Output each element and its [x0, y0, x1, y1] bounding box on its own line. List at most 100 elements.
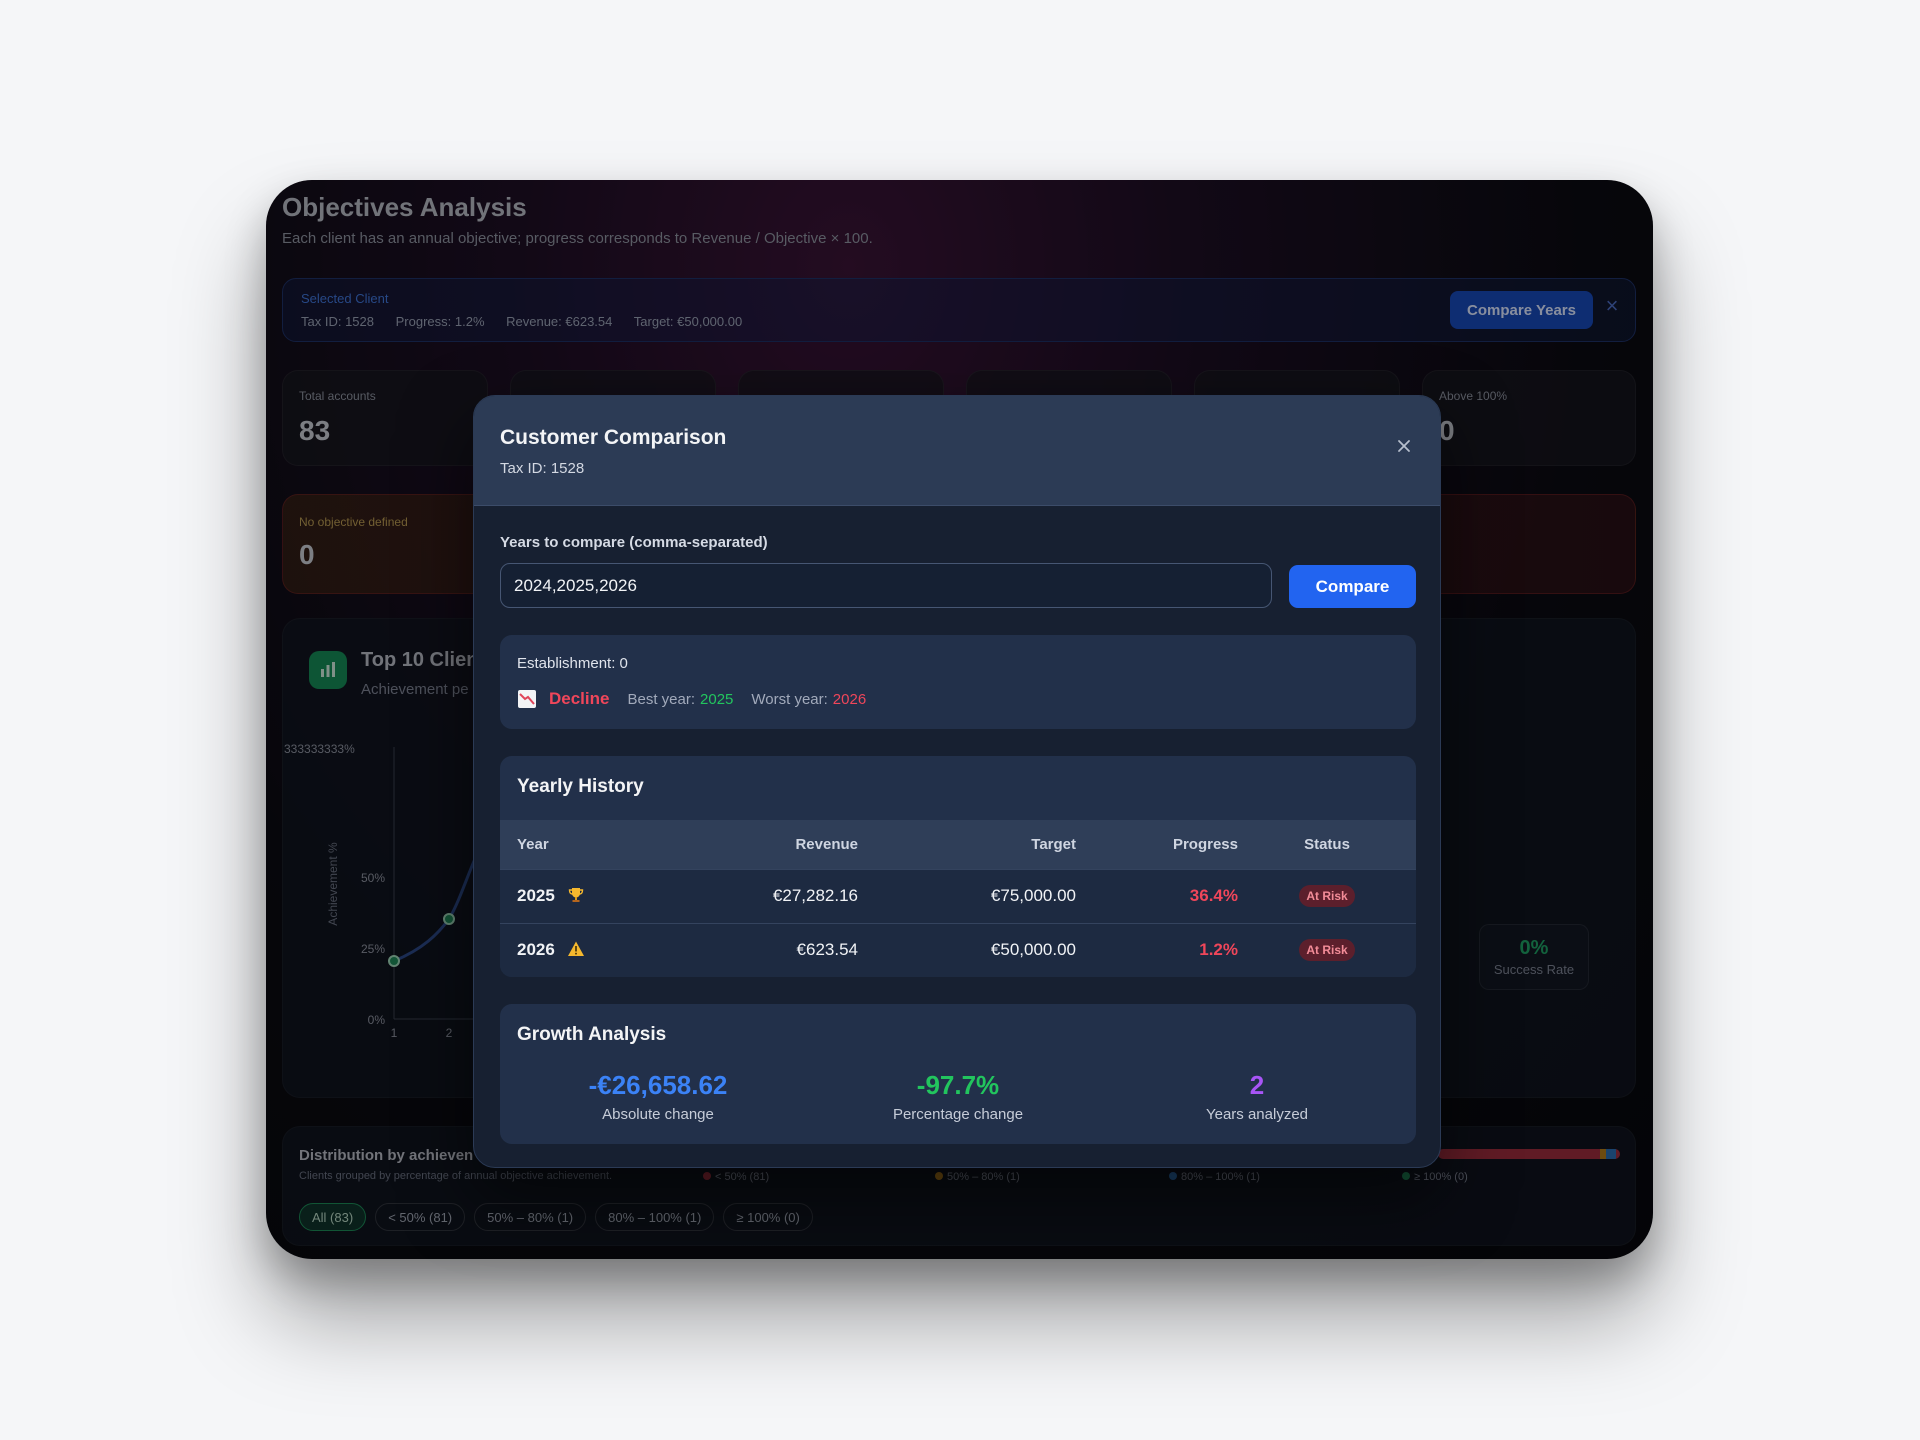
chart-ytick: 0%	[368, 1013, 386, 1027]
worst-year-value: 2026	[832, 690, 867, 708]
chart-ylabel: Achievement %	[326, 842, 340, 926]
column-header-year: Year	[517, 835, 549, 853]
selected-client-card: Selected Client Tax ID: 1528 Progress: 1…	[282, 278, 1636, 342]
cell-progress: 1.2%	[1076, 922, 1238, 977]
trend-label: Decline	[549, 689, 610, 708]
filter-pill-below-50[interactable]: < 50% (81)	[375, 1203, 466, 1231]
chart-xtick: 2	[446, 1026, 453, 1040]
status-badge: At Risk	[1299, 939, 1355, 962]
warning-icon	[567, 940, 585, 958]
column-header-revenue: Revenue	[795, 835, 858, 853]
years-input-label: Years to compare (comma-separated)	[500, 534, 768, 551]
best-year-value: 2025	[700, 690, 734, 708]
best-year-label: Best year:	[627, 690, 696, 708]
legend-item-80-100: 80% – 100% (1)	[1169, 1171, 1260, 1183]
modal-title: Customer Comparison	[500, 426, 727, 449]
absolute-change-stat: -€26,658.62 Absolute change	[508, 1070, 808, 1123]
page-title: Objectives Analysis	[282, 192, 527, 222]
chart-xtick: 1	[391, 1026, 398, 1040]
table-row: 2026 €623.54 €50,000.00 1.2% At Risk	[500, 922, 1416, 977]
cell-year: 2026	[500, 922, 670, 977]
chart-decreasing-icon	[517, 689, 537, 709]
no-objective-value: 0	[299, 539, 315, 570]
years-analyzed-stat: 2 Years analyzed	[1107, 1070, 1407, 1123]
selected-client-target: Target: €50,000.00	[633, 314, 743, 329]
selected-client-info: Tax ID: 1528 Progress: 1.2% Revenue: €62…	[301, 314, 760, 329]
filter-pill-50-80[interactable]: 50% – 80% (1)	[474, 1203, 587, 1231]
stat-label: Above 100%	[1439, 389, 1508, 403]
close-icon[interactable]	[1394, 436, 1414, 456]
distribution-title: Distribution by achieven	[299, 1147, 474, 1164]
modal-header: Customer Comparison Tax ID: 1528	[474, 396, 1440, 506]
growth-analysis-section: Growth Analysis -€26,658.62 Absolute cha…	[500, 1004, 1416, 1144]
column-header-target: Target	[1031, 835, 1076, 853]
worst-year-label: Worst year:	[751, 690, 828, 708]
cell-target: €50,000.00	[858, 922, 1076, 977]
growth-analysis-title: Growth Analysis	[517, 1024, 667, 1045]
trend-row: Decline Best year: 2025 Worst year: 2026	[517, 689, 866, 709]
selected-client-label: Selected Client	[301, 291, 389, 306]
year-text: 2025	[517, 886, 555, 905]
years-analyzed-label: Years analyzed	[1205, 1106, 1309, 1123]
chart-point	[388, 955, 400, 967]
stat-card-above-100: Above 100% 0	[1422, 370, 1636, 466]
chart-ytick: 50%	[361, 871, 385, 885]
selected-client-tax-id: Tax ID: 1528	[301, 314, 374, 329]
compare-years-button[interactable]: Compare Years	[1450, 291, 1593, 329]
compare-button[interactable]: Compare	[1289, 565, 1416, 608]
distribution-bar	[1438, 1149, 1620, 1159]
filter-pill-above-100[interactable]: ≥ 100% (0)	[723, 1203, 813, 1231]
success-rate-box: 0% Success Rate	[1479, 924, 1589, 990]
column-header-progress: Progress	[1172, 835, 1238, 853]
selected-client-progress: Progress: 1.2%	[395, 314, 485, 329]
modal-tax-id: Tax ID: 1528	[500, 460, 585, 477]
year-text: 2026	[517, 940, 555, 960]
column-header-status: Status	[1304, 835, 1350, 853]
status-badge: At Risk	[1299, 885, 1355, 907]
trophy-icon	[567, 886, 585, 904]
no-objective-label: No objective defined	[299, 515, 408, 529]
years-analyzed-value: 2	[1249, 1070, 1265, 1100]
chart-ytick: 25%	[361, 942, 385, 956]
legend-item-below-50: < 50% (81)	[703, 1171, 769, 1183]
percentage-change-stat: -97.7% Percentage change	[808, 1070, 1108, 1123]
stat-card-total-accounts: Total accounts 83	[282, 370, 488, 466]
chart-series-line	[393, 840, 483, 963]
cell-revenue: €27,282.16	[670, 868, 858, 923]
chart-point	[443, 913, 455, 925]
filter-pill-all[interactable]: All (83)	[299, 1203, 367, 1231]
percentage-change-value: -97.7%	[916, 1070, 1000, 1100]
customer-comparison-modal: Customer Comparison Tax ID: 1528 Years t…	[473, 395, 1441, 1168]
chart-top-tick: 333333333%	[284, 742, 355, 756]
distribution-filters: All (83) < 50% (81) 50% – 80% (1) 80% – …	[299, 1203, 813, 1231]
page-subtitle: Each client has an annual objective; pro…	[282, 230, 873, 247]
percentage-change-label: Percentage change	[892, 1106, 1024, 1123]
success-rate-label: Success Rate	[1493, 962, 1575, 977]
absolute-change-value: -€26,658.62	[588, 1070, 728, 1100]
table-header-row: Year Revenue Target Progress Status	[500, 820, 1416, 869]
cell-status: At Risk	[1238, 922, 1416, 977]
establishment-text: Establishment: 0	[517, 655, 628, 672]
achievement-chart: 333333333% Achievement % 50% 25% 0% 1 2	[284, 742, 483, 1040]
cell-year: 2025	[500, 868, 670, 923]
yearly-history-section: Yearly History Year Revenue Target Progr…	[500, 756, 1416, 977]
yearly-history-title: Yearly History	[517, 776, 644, 797]
cell-status: At Risk	[1238, 868, 1416, 923]
success-rate-value: 0%	[1519, 937, 1549, 959]
yearly-history-table: Year Revenue Target Progress Status 2025…	[500, 820, 1416, 977]
filter-pill-80-100[interactable]: 80% – 100% (1)	[595, 1203, 715, 1231]
cell-revenue: €623.54	[670, 922, 858, 977]
selected-client-revenue: Revenue: €623.54	[506, 314, 613, 329]
clear-selection-close-icon[interactable]: ×	[1601, 295, 1623, 317]
stat-value: 83	[299, 415, 331, 446]
absolute-change-label: Absolute change	[602, 1106, 714, 1123]
legend-item-50-80: 50% – 80% (1)	[935, 1171, 1020, 1183]
distribution-subtitle: Clients grouped by percentage of annual …	[299, 1170, 613, 1182]
cell-progress: 36.4%	[1076, 868, 1238, 923]
cell-target: €75,000.00	[858, 868, 1076, 923]
legend-item-above-100: ≥ 100% (0)	[1402, 1171, 1468, 1183]
table-row: 2025 €27,282.16 €75,000.00 36.4% At Risk	[500, 868, 1416, 923]
stat-label: Total accounts	[299, 389, 376, 403]
years-input[interactable]	[500, 563, 1272, 608]
stat-value: 0	[1439, 415, 1455, 446]
